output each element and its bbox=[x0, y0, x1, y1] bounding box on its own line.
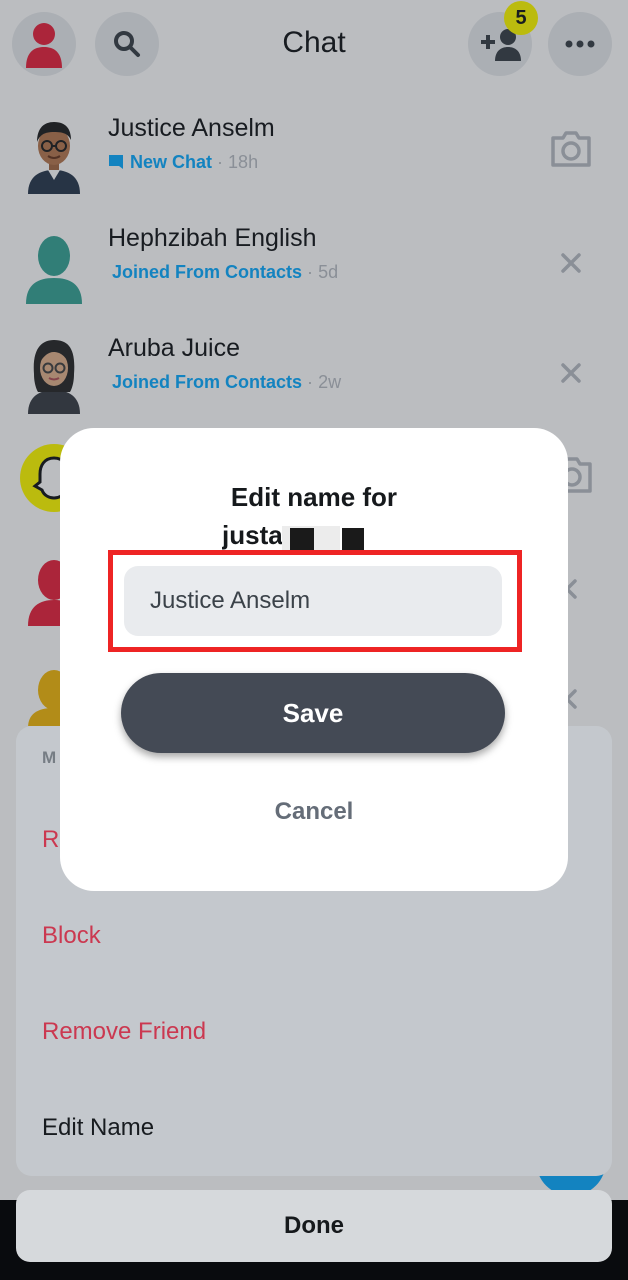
done-button[interactable]: Done bbox=[16, 1190, 612, 1262]
redaction-mark bbox=[342, 528, 364, 550]
edit-name-input[interactable] bbox=[124, 566, 502, 636]
redaction-mark bbox=[290, 528, 314, 550]
dialog-title: Edit name for bbox=[230, 482, 398, 512]
cancel-button[interactable]: Cancel bbox=[60, 790, 568, 834]
save-button[interactable]: Save bbox=[121, 673, 505, 753]
username-text: justa bbox=[222, 520, 283, 550]
